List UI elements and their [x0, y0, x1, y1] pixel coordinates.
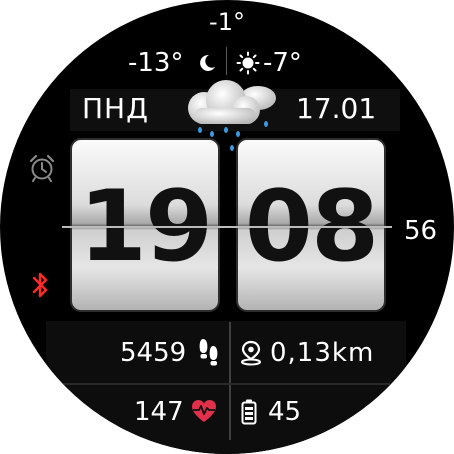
- sun-icon: [236, 51, 260, 75]
- alarm-clock-icon[interactable]: [28, 154, 56, 182]
- battery-value[interactable]: 45: [268, 399, 301, 425]
- temperature-divider: [226, 47, 227, 75]
- distance-value[interactable]: 0,13km: [270, 340, 374, 366]
- stats-vertical-divider: [229, 322, 231, 440]
- current-temperature: -1°: [209, 8, 245, 36]
- seconds-label: 56: [404, 216, 438, 246]
- hours-flip-card: 19: [70, 138, 220, 312]
- heart-pulse-icon: [192, 400, 216, 422]
- bluetooth-icon[interactable]: [32, 271, 48, 299]
- date-label: 17.01: [296, 92, 377, 125]
- minutes-flip-card: 08: [236, 138, 386, 312]
- moon-icon: [200, 54, 215, 71]
- footprints-icon: [199, 339, 218, 366]
- stats-horizontal-divider: [60, 383, 390, 385]
- battery-icon: [241, 399, 257, 425]
- steps-value[interactable]: 5459: [120, 340, 186, 366]
- watch-face: -1° -13° -7° ПНД 17.01 19 08 56 5459 0,1…: [0, 0, 454, 454]
- flip-hinge-line: [62, 226, 392, 228]
- day-temperature: -7°: [263, 48, 302, 78]
- weekday-label: ПНД: [82, 92, 149, 125]
- location-pin-icon: [241, 340, 261, 366]
- night-temperature: -13°: [128, 48, 184, 78]
- heart-rate-value[interactable]: 147: [134, 399, 184, 425]
